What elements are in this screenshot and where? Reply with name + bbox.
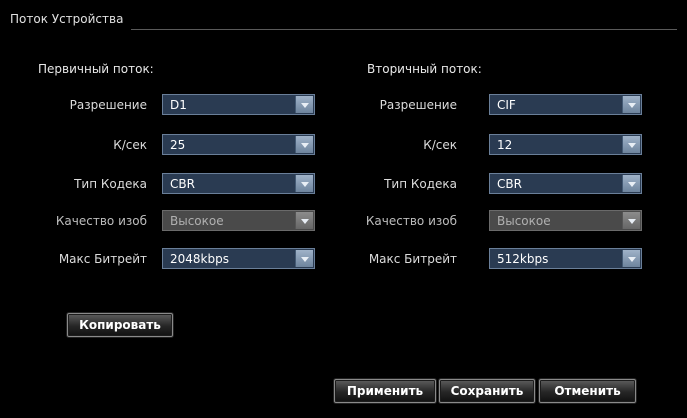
chevron-down-icon[interactable] — [295, 250, 313, 267]
chevron-down-icon[interactable] — [295, 136, 313, 153]
select-value: 25 — [170, 138, 186, 152]
select-value: D1 — [170, 98, 187, 112]
secondary-quality-label: Качество изоб — [365, 214, 457, 228]
secondary-codec-label: Тип Кодека — [384, 177, 457, 191]
select-value: CBR — [170, 177, 195, 191]
secondary-codec-select[interactable]: CBR — [489, 173, 642, 194]
secondary-quality-select: Высокое — [489, 210, 642, 231]
primary-resolution-select[interactable]: D1 — [162, 94, 315, 115]
save-button[interactable]: Сохранить — [439, 379, 535, 403]
primary-bitrate-label: Макс Битрейт — [58, 252, 147, 266]
secondary-resolution-label: Разрешение — [379, 98, 457, 112]
select-value: 2048kbps — [170, 252, 229, 266]
select-value: CBR — [497, 177, 522, 191]
primary-stream-title: Первичный поток: — [38, 62, 154, 76]
select-value: Высокое — [497, 214, 551, 228]
primary-quality-select: Высокое — [162, 210, 315, 231]
chevron-down-icon — [622, 212, 640, 229]
cancel-button[interactable]: Отменить — [539, 379, 636, 403]
secondary-bitrate-label: Макс Битрейт — [368, 252, 457, 266]
chevron-down-icon — [295, 212, 313, 229]
apply-button[interactable]: Применить — [334, 379, 436, 403]
primary-codec-label: Тип Кодека — [74, 177, 147, 191]
chevron-down-icon[interactable] — [622, 96, 640, 113]
copy-button[interactable]: Копировать — [67, 313, 173, 337]
chevron-down-icon[interactable] — [295, 96, 313, 113]
secondary-resolution-select[interactable]: CIF — [489, 94, 642, 115]
primary-bitrate-select[interactable]: 2048kbps — [162, 248, 315, 269]
select-value: Высокое — [170, 214, 224, 228]
chevron-down-icon[interactable] — [622, 136, 640, 153]
chevron-down-icon[interactable] — [622, 175, 640, 192]
secondary-bitrate-select[interactable]: 512kbps — [489, 248, 642, 269]
secondary-fps-select[interactable]: 12 — [489, 134, 642, 155]
select-value: 12 — [497, 138, 513, 152]
primary-fps-label: К/сек — [113, 138, 147, 152]
primary-codec-select[interactable]: CBR — [162, 173, 315, 194]
group-title: Поток Устройства — [10, 12, 124, 26]
chevron-down-icon[interactable] — [295, 175, 313, 192]
primary-resolution-label: Разрешение — [69, 98, 147, 112]
primary-quality-label: Качество изоб — [55, 214, 147, 228]
secondary-fps-label: К/сек — [423, 138, 457, 152]
select-value: 512kbps — [497, 252, 549, 266]
select-value: CIF — [497, 98, 516, 112]
primary-fps-select[interactable]: 25 — [162, 134, 315, 155]
chevron-down-icon[interactable] — [622, 250, 640, 267]
group-divider — [131, 29, 677, 30]
secondary-stream-title: Вторичный поток: — [367, 62, 482, 76]
